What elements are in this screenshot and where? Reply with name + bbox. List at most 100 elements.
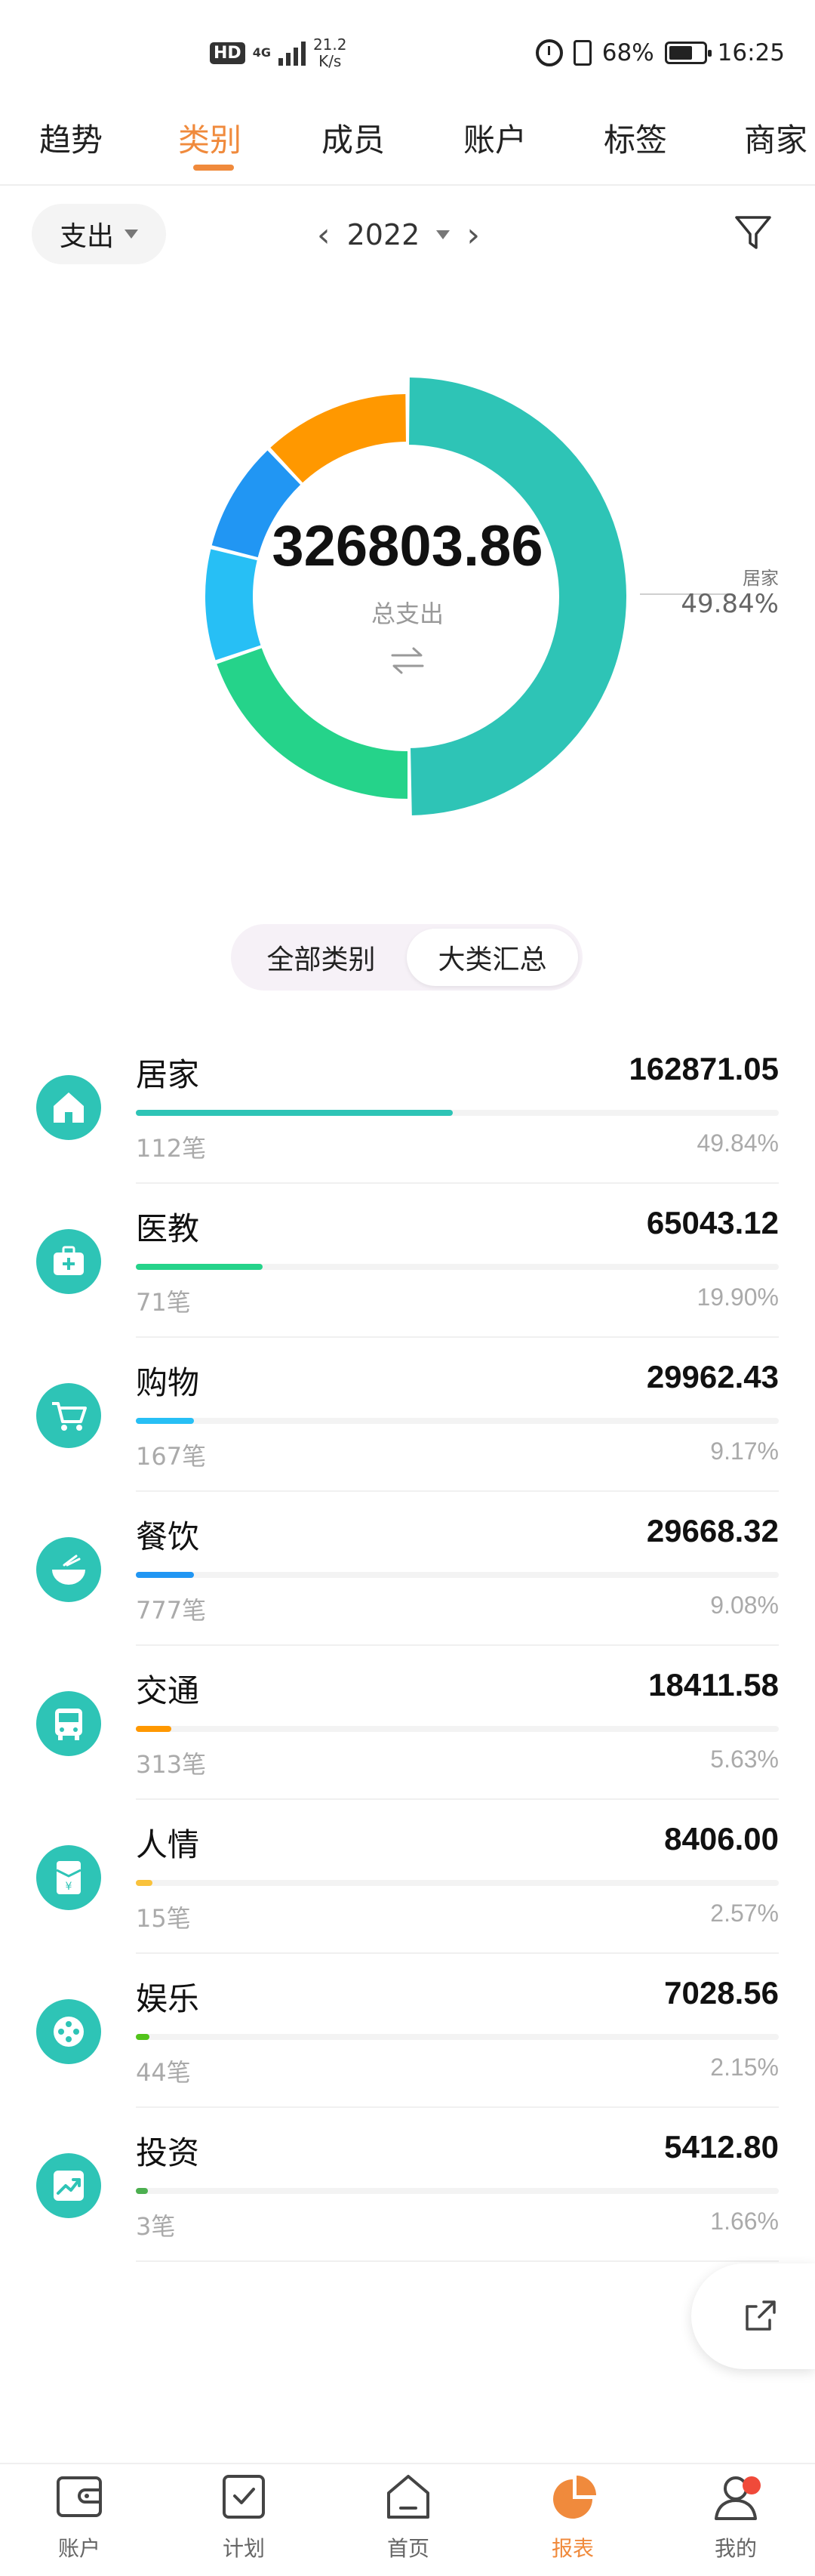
category-count: 167笔 xyxy=(136,1442,207,1471)
category-share-fill xyxy=(136,2034,150,2040)
category-share-fill xyxy=(136,2188,148,2194)
home-outline-icon xyxy=(387,2475,429,2519)
category-percent: 9.17% xyxy=(710,1437,779,1465)
report-tabs: 趋势 类别 成员 账户 标签 商家 xyxy=(0,106,815,186)
share-button[interactable] xyxy=(691,2263,815,2369)
category-name: 人情 xyxy=(136,1826,200,1863)
filter-row: 支出 ‹ 2022 › xyxy=(0,201,815,269)
category-row[interactable]: 交通 18411.58 313笔 5.63% xyxy=(0,1646,815,1800)
notification-badge xyxy=(743,2476,761,2494)
nav-label: 首页 xyxy=(386,2536,429,2561)
category-count: 3笔 xyxy=(136,2212,176,2241)
callout-category: 居家 xyxy=(743,568,779,589)
nav-label: 计划 xyxy=(222,2536,265,2561)
category-percent: 2.15% xyxy=(710,2054,779,2081)
nav-accounts[interactable]: 账户 xyxy=(23,2469,136,2562)
major-summary-button[interactable]: 大类汇总 xyxy=(407,929,578,986)
total-expense-value: 326803.86 xyxy=(272,514,543,578)
nav-home[interactable]: 首页 xyxy=(352,2469,465,2562)
chevron-right-icon[interactable]: › xyxy=(466,216,480,254)
share-icon xyxy=(746,2300,776,2331)
category-amount: 162871.05 xyxy=(629,1051,779,1086)
tab-accounts[interactable]: 账户 xyxy=(463,115,527,161)
tab-tags[interactable]: 标签 xyxy=(604,115,667,161)
checklist-icon xyxy=(223,2475,265,2519)
category-name: 购物 xyxy=(136,1364,200,1401)
reports-page: HD 4G 21.2 K/s 68% 16:25 趋势 类别 成员 账户 标签 … xyxy=(0,0,815,2576)
category-amount: 7028.56 xyxy=(664,1975,779,2011)
donut-chart: 居家 49.84% 326803.86 总支出 xyxy=(0,340,815,846)
filter-funnel-icon[interactable] xyxy=(732,211,774,254)
category-amount: 18411.58 xyxy=(648,1667,779,1702)
category-share-bar xyxy=(136,1418,779,1424)
medical-kit-icon xyxy=(36,1229,101,1294)
svg-text:¥: ¥ xyxy=(66,1881,72,1893)
tab-category[interactable]: 类别 xyxy=(178,115,241,161)
category-amount: 29668.32 xyxy=(646,1513,779,1548)
caret-down-icon xyxy=(125,230,138,239)
film-reel-icon xyxy=(36,1999,101,2064)
category-row[interactable]: 餐饮 29668.32 777笔 9.08% xyxy=(0,1492,815,1646)
category-row[interactable]: 居家 162871.05 112笔 49.84% xyxy=(0,1030,815,1184)
category-row[interactable]: 投资 5412.80 3笔 1.66% xyxy=(0,2108,815,2262)
callout-percent: 49.84% xyxy=(681,589,779,619)
category-mode-toggle: 全部类别 大类汇总 xyxy=(231,924,583,991)
food-bowl-icon xyxy=(36,1537,101,1602)
category-row[interactable]: ¥ 人情 8406.00 15笔 2.57% xyxy=(0,1800,815,1954)
category-count: 112笔 xyxy=(136,1134,207,1163)
nav-profile[interactable]: 我的 xyxy=(679,2469,792,2562)
category-share-fill xyxy=(136,1880,152,1886)
vibrate-icon xyxy=(573,40,592,66)
nav-plan[interactable]: 计划 xyxy=(187,2469,300,2562)
category-name: 医教 xyxy=(136,1210,200,1247)
shopping-cart-icon xyxy=(36,1383,101,1448)
bottom-navigation: 账户 计划 首页 报表 我的 xyxy=(0,2463,815,2576)
type-selector[interactable]: 支出 xyxy=(32,204,166,264)
category-name: 娱乐 xyxy=(136,1980,200,2017)
battery-percent: 68% xyxy=(601,39,654,66)
all-categories-button[interactable]: 全部类别 xyxy=(235,929,407,986)
tab-trend[interactable]: 趋势 xyxy=(39,115,103,161)
category-percent: 1.66% xyxy=(710,2208,779,2235)
category-share-bar xyxy=(136,1110,779,1116)
tab-merchants[interactable]: 商家 xyxy=(744,115,807,161)
category-share-fill xyxy=(136,1726,172,1732)
network-speed: 21.2 K/s xyxy=(312,35,347,70)
category-amount: 8406.00 xyxy=(664,1821,779,1857)
red-envelope-icon: ¥ xyxy=(36,1845,101,1910)
category-share-fill xyxy=(136,1110,453,1116)
category-share-bar xyxy=(136,2034,779,2040)
year-value[interactable]: 2022 xyxy=(347,218,420,251)
category-row[interactable]: 购物 29962.43 167笔 9.17% xyxy=(0,1338,815,1492)
category-amount: 65043.12 xyxy=(646,1205,779,1240)
bus-icon xyxy=(36,1691,101,1756)
category-row[interactable]: 医教 65043.12 71笔 19.90% xyxy=(0,1184,815,1338)
year-navigator: ‹ 2022 › xyxy=(317,208,480,261)
category-amount: 5412.80 xyxy=(664,2129,779,2165)
category-name: 交通 xyxy=(136,1672,200,1709)
nav-label: 我的 xyxy=(714,2536,757,2561)
category-name: 投资 xyxy=(136,2134,200,2171)
category-count: 313笔 xyxy=(136,1750,207,1779)
category-count: 44笔 xyxy=(136,2058,191,2087)
nav-reports[interactable]: 报表 xyxy=(516,2469,629,2562)
donut-segment[interactable] xyxy=(205,549,261,661)
year-caret-icon[interactable] xyxy=(436,230,451,239)
tab-members[interactable]: 成员 xyxy=(321,115,385,161)
alarm-icon xyxy=(535,39,563,66)
network-type: 4G xyxy=(252,45,271,60)
category-share-bar xyxy=(136,1264,779,1270)
status-bar: HD 4G 21.2 K/s 68% 16:25 xyxy=(0,0,815,113)
nav-label: 报表 xyxy=(551,2536,594,2561)
category-percent: 2.57% xyxy=(710,1900,779,1927)
category-row[interactable]: 娱乐 7028.56 44笔 2.15% xyxy=(0,1954,815,2108)
category-share-fill xyxy=(136,1264,263,1270)
category-share-bar xyxy=(136,1572,779,1578)
trend-up-icon xyxy=(36,2153,101,2218)
category-count: 777笔 xyxy=(136,1596,207,1625)
swap-icon[interactable] xyxy=(386,642,429,679)
hd-indicator: HD xyxy=(210,42,245,64)
chevron-left-icon[interactable]: ‹ xyxy=(317,216,331,254)
category-percent: 9.08% xyxy=(710,1592,779,1619)
active-tab-indicator xyxy=(193,165,234,171)
